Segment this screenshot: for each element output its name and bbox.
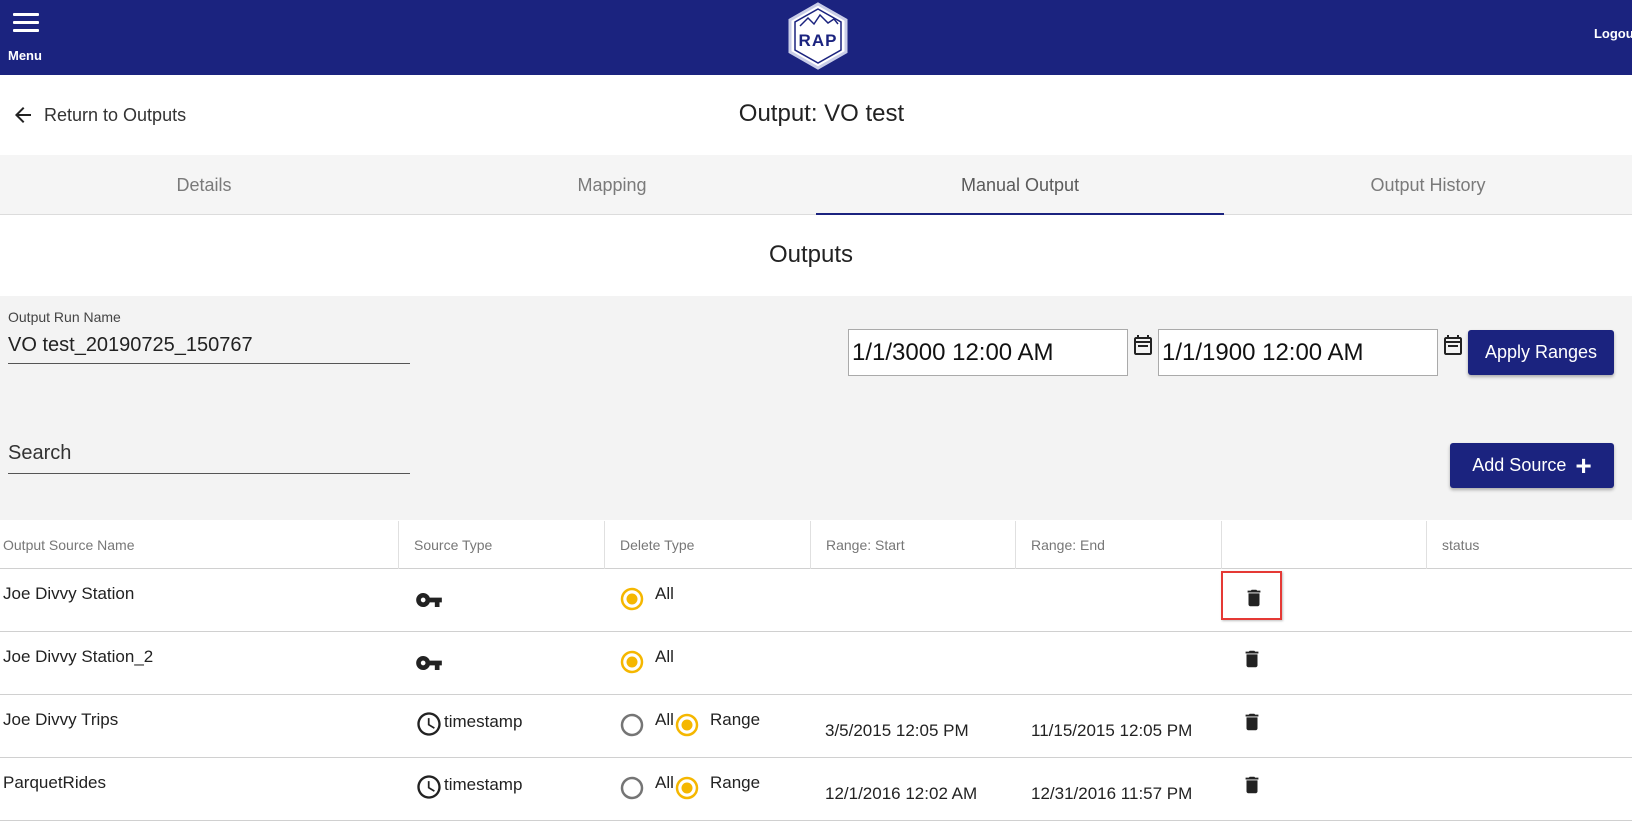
trash-icon[interactable] <box>1241 773 1263 797</box>
tab-mapping[interactable]: Mapping <box>408 155 816 214</box>
delete-type-all-label: All <box>655 710 674 729</box>
delete-row-highlight <box>1221 571 1282 620</box>
key-icon <box>416 593 442 607</box>
delete-type-all-radio[interactable] <box>620 587 644 611</box>
delete-type-range-label: Range <box>710 710 761 729</box>
tab-output-history[interactable]: Output History <box>1224 155 1632 214</box>
range-end-value: 12/31/2016 11:57 PM <box>1031 784 1193 803</box>
column-header-range-start: Range: Start <box>811 521 1016 569</box>
table-row: Joe Divvy Station_2 All <box>0 632 1632 695</box>
delete-row-cell <box>1221 760 1282 809</box>
calendar-icon[interactable] <box>1441 334 1465 358</box>
key-icon <box>416 656 442 670</box>
table-row: Joe Divvy Trips timestamp All Range 3/5/… <box>0 695 1632 758</box>
delete-row-cell <box>1221 634 1282 683</box>
rap-logo: RAP <box>788 2 848 70</box>
range-start-value: 12/1/2016 12:02 AM <box>825 784 978 803</box>
calendar-icon[interactable] <box>1131 334 1155 358</box>
delete-row-cell <box>1221 697 1282 746</box>
logout-button[interactable]: Logout <box>1594 26 1632 41</box>
column-header-range-end: Range: End <box>1016 521 1222 569</box>
column-header-delete-type: Delete Type <box>605 521 811 569</box>
delete-type-all-radio[interactable] <box>620 650 644 674</box>
add-source-button[interactable]: Add Source + <box>1450 443 1614 488</box>
run-name-label: Output Run Name <box>8 309 121 325</box>
source-type-label: timestamp <box>444 712 523 731</box>
tab-details[interactable]: Details <box>0 155 408 214</box>
delete-type-all-radio[interactable] <box>620 776 644 800</box>
table-header: Output Source Name Source Type Delete Ty… <box>0 521 1632 569</box>
column-header-source-type: Source Type <box>399 521 605 569</box>
search-input[interactable] <box>8 434 410 474</box>
source-name: Joe Divvy Station_2 <box>3 647 154 666</box>
column-header-name: Output Source Name <box>3 521 399 569</box>
delete-type-range-radio[interactable] <box>675 713 699 737</box>
column-header-status: status <box>1442 537 1480 553</box>
source-name: ParquetRides <box>3 773 107 792</box>
delete-type-range-label: Range <box>710 773 761 792</box>
logo-text: RAP <box>799 31 838 50</box>
source-name: Joe Divvy Station <box>3 584 135 603</box>
hamburger-icon <box>13 13 39 37</box>
apply-ranges-button[interactable]: Apply Ranges <box>1468 330 1614 375</box>
range-end-value: 11/15/2015 12:05 PM <box>1031 721 1193 740</box>
trash-icon[interactable] <box>1241 647 1263 671</box>
trash-icon[interactable] <box>1243 586 1265 610</box>
app-header: Menu RAP Logout <box>0 0 1632 75</box>
delete-type-all-label: All <box>655 647 674 666</box>
add-source-label: Add Source <box>1472 455 1567 475</box>
source-type-label: timestamp <box>444 775 523 794</box>
output-controls-panel: Output Run Name Apply Ranges Add Source … <box>0 296 1632 520</box>
clock-icon <box>417 712 441 736</box>
range-end-input[interactable] <box>1158 329 1438 376</box>
menu-label: Menu <box>8 48 42 63</box>
table-row: ParquetRides timestamp All Range 12/1/20… <box>0 758 1632 821</box>
range-start-input[interactable] <box>848 329 1128 376</box>
delete-type-range-radio[interactable] <box>675 776 699 800</box>
run-name-input[interactable] <box>8 328 410 364</box>
range-start-value: 3/5/2015 12:05 PM <box>825 721 969 740</box>
trash-icon[interactable] <box>1241 710 1263 734</box>
clock-icon <box>417 775 441 799</box>
plus-icon: + <box>1575 449 1592 481</box>
column-header-actions <box>1222 521 1427 569</box>
page-title: Output: VO test <box>738 100 905 127</box>
tab-manual-output[interactable]: Manual Output <box>816 155 1224 215</box>
delete-type-all-radio[interactable] <box>620 713 644 737</box>
table-row: Joe Divvy Station All <box>0 569 1632 632</box>
delete-type-all-label: All <box>655 773 674 792</box>
source-name: Joe Divvy Trips <box>3 710 119 729</box>
delete-type-all-label: All <box>655 584 674 603</box>
menu-button[interactable]: Menu <box>8 10 48 66</box>
section-title: Outputs <box>768 241 854 268</box>
output-sources-table: Output Source Name Source Type Delete Ty… <box>0 521 1632 821</box>
tab-bar: Details Mapping Manual Output Output His… <box>0 155 1632 215</box>
